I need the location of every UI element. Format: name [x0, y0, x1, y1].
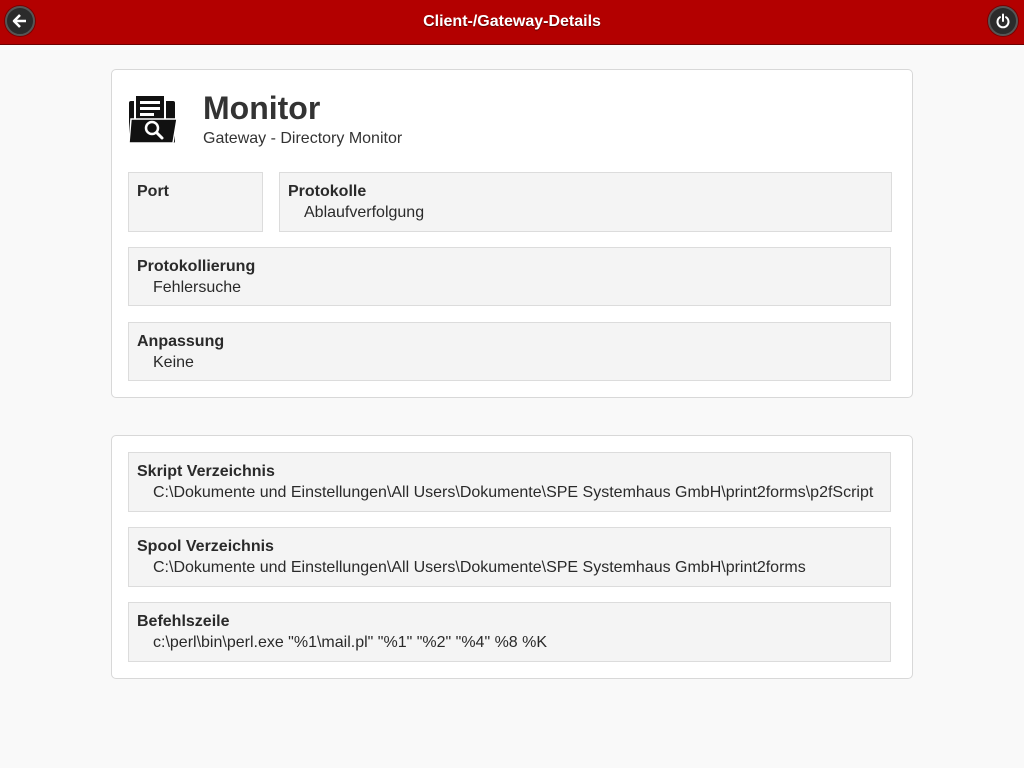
protokolle-value: Ablaufverfolgung [304, 204, 425, 221]
protokollierung-value: Fehlersuche [153, 279, 242, 296]
spool-verzeichnis-value: C:\Dokumente und Einstellungen\All Users… [153, 559, 806, 576]
anpassung-field: Anpassung Keine [128, 322, 891, 381]
document-search-icon [128, 95, 178, 144]
port-field: Port [128, 172, 263, 232]
protokolle-field: Protokolle Ablaufverfolgung [279, 172, 892, 232]
header-bar: Client-/Gateway-Details [0, 0, 1024, 45]
client-name: Monitor [203, 90, 321, 126]
anpassung-value: Keine [153, 354, 194, 371]
protokolle-label: Protokolle [288, 183, 367, 200]
details-card: Monitor Gateway - Directory Monitor Port… [111, 69, 913, 398]
power-button[interactable] [988, 6, 1018, 36]
skript-verzeichnis-label: Skript Verzeichnis [137, 463, 275, 480]
protokollierung-field: Protokollierung Fehlersuche [128, 247, 891, 306]
protokollierung-label: Protokollierung [137, 258, 256, 275]
client-type: Gateway - Directory Monitor [203, 130, 403, 147]
befehlszeile-value: c:\perl\bin\perl.exe "%1\mail.pl" "%1" "… [153, 634, 548, 651]
befehlszeile-field: Befehlszeile c:\perl\bin\perl.exe "%1\ma… [128, 602, 891, 662]
spool-verzeichnis-field: Spool Verzeichnis C:\Dokumente und Einst… [128, 527, 891, 587]
anpassung-label: Anpassung [137, 333, 225, 350]
befehlszeile-label: Befehlszeile [137, 613, 230, 630]
power-icon [996, 13, 1010, 29]
paths-card: Skript Verzeichnis C:\Dokumente und Eins… [111, 435, 913, 679]
page-title: Client-/Gateway-Details [423, 13, 601, 30]
skript-verzeichnis-field: Skript Verzeichnis C:\Dokumente und Eins… [128, 452, 891, 512]
skript-verzeichnis-value: C:\Dokumente und Einstellungen\All Users… [153, 484, 874, 501]
port-label: Port [137, 183, 169, 200]
spool-verzeichnis-label: Spool Verzeichnis [137, 538, 274, 555]
